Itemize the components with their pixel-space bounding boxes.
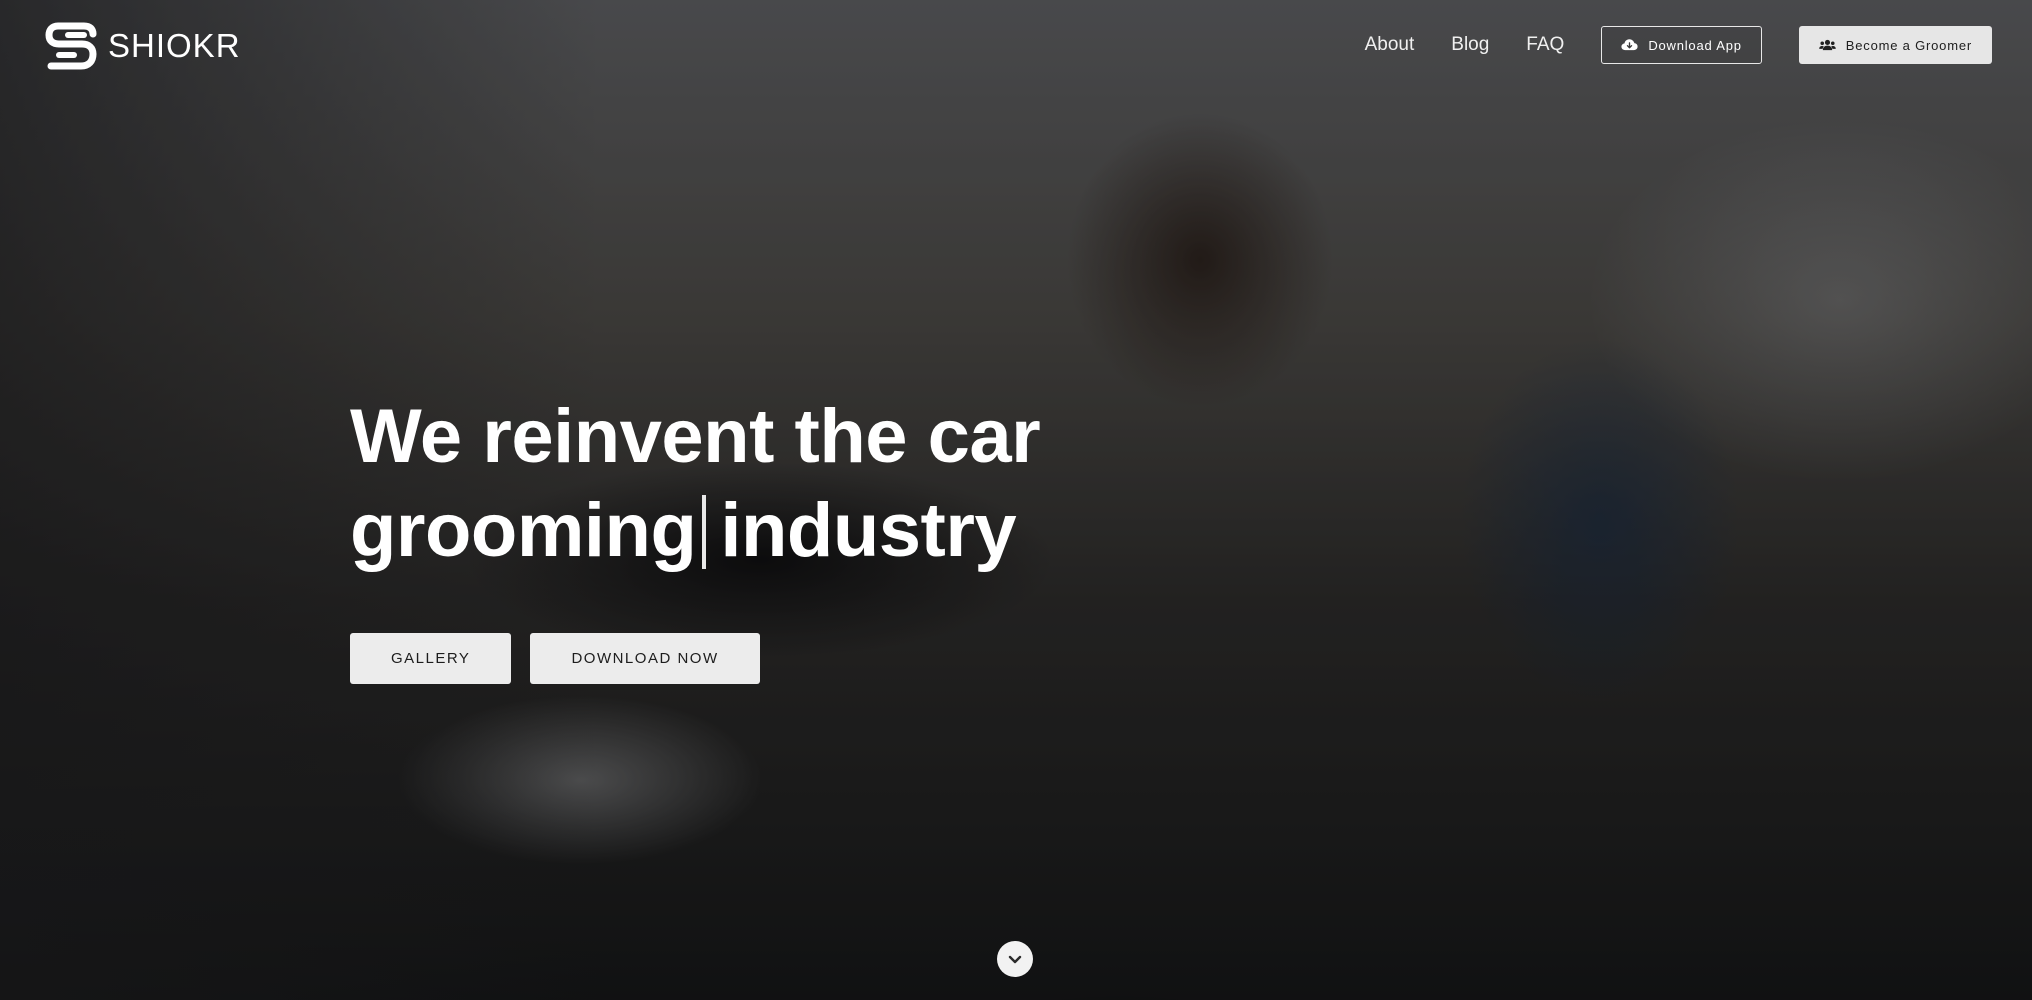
brand-logo-link[interactable]: SHIOKR <box>44 18 241 74</box>
top-navigation: SHIOKR About Blog FAQ Download App Becom… <box>0 0 2032 92</box>
brand-name: SHIOKR <box>108 27 241 64</box>
hero-headline: We reinvent the car grooming industry <box>350 390 1150 578</box>
nav-link-blog[interactable]: Blog <box>1451 34 1489 56</box>
shiokr-s-logo-icon <box>45 22 97 70</box>
headline-line-1: We reinvent the car <box>350 394 1041 479</box>
users-icon <box>1819 39 1836 51</box>
hero-cta-row: GALLERY DOWNLOAD NOW <box>350 633 760 684</box>
cloud-download-icon <box>1621 39 1638 51</box>
headline-typed-word: grooming <box>350 488 697 573</box>
download-app-label: Download App <box>1648 37 1742 53</box>
become-groomer-button[interactable]: Become a Groomer <box>1798 26 1992 64</box>
headline-line-2-end: industry <box>720 488 1017 573</box>
hero-section: SHIOKR About Blog FAQ Download App Becom… <box>0 0 2032 1000</box>
download-app-button[interactable]: Download App <box>1601 26 1762 64</box>
nav-link-about[interactable]: About <box>1365 34 1415 56</box>
download-now-button[interactable]: DOWNLOAD NOW <box>530 633 760 684</box>
become-groomer-label: Become a Groomer <box>1845 37 1972 53</box>
scroll-down-button[interactable] <box>997 941 1033 977</box>
nav-links: About Blog FAQ Download App Become a Gro… <box>1365 26 1992 64</box>
gallery-button[interactable]: GALLERY <box>350 633 512 684</box>
nav-link-faq[interactable]: FAQ <box>1526 34 1564 56</box>
chevron-down-icon <box>1008 955 1022 964</box>
typing-cursor <box>702 495 707 569</box>
